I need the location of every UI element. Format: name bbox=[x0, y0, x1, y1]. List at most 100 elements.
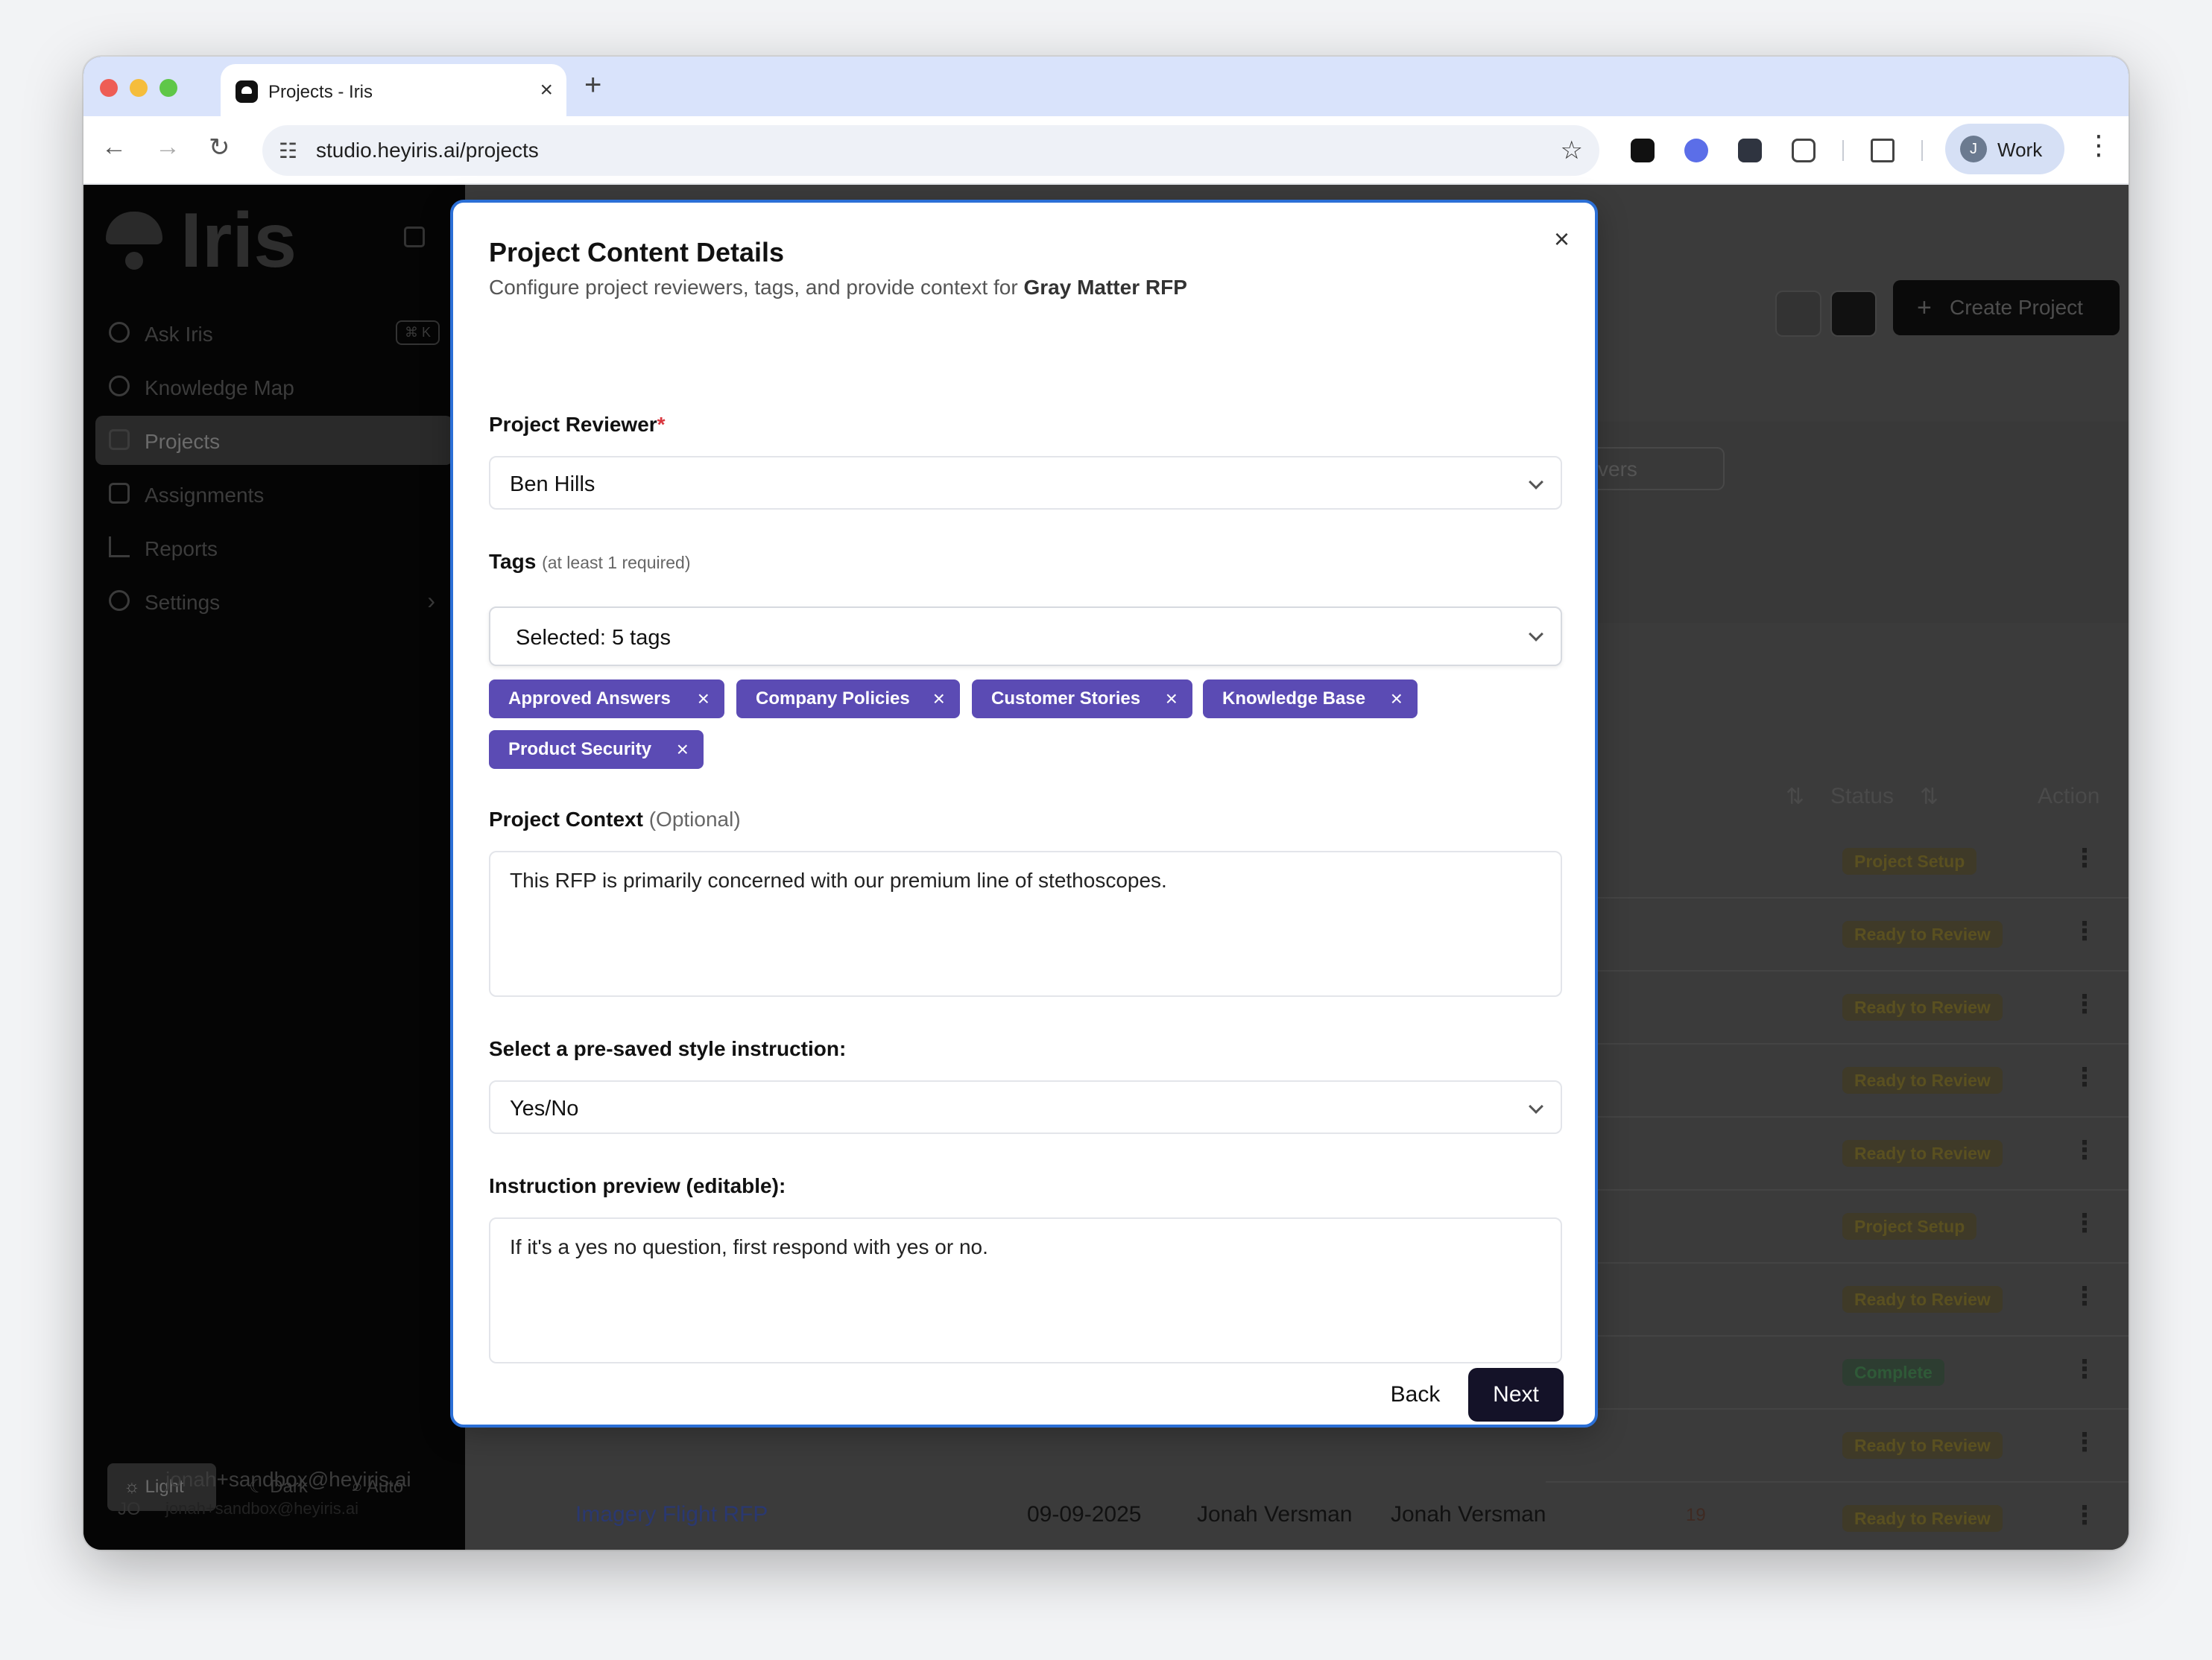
tag-chip-label: Product Security bbox=[508, 739, 652, 759]
sort-icon[interactable]: ⇅ bbox=[1786, 784, 1804, 810]
checkbox-icon bbox=[109, 483, 130, 504]
create-project-button[interactable]: Create Project bbox=[1893, 280, 2120, 335]
sidebar-item-knowledge-map[interactable]: Knowledge Map bbox=[95, 362, 453, 411]
status-badge: Ready to Review bbox=[1842, 1140, 2003, 1167]
table-row bbox=[1546, 1335, 2129, 1337]
close-icon[interactable]: × bbox=[1554, 224, 1570, 255]
row-menu-icon[interactable]: ⋮ bbox=[2072, 1062, 2097, 1092]
next-button[interactable]: Next bbox=[1468, 1368, 1564, 1422]
chat-extension-icon[interactable] bbox=[1738, 139, 1762, 162]
row-menu-icon[interactable]: ⋮ bbox=[2072, 916, 2097, 946]
table-row bbox=[1546, 1481, 2129, 1483]
row-menu-icon[interactable]: ⋮ bbox=[2072, 1282, 2097, 1311]
toolbar-divider bbox=[1842, 140, 1844, 161]
sidebar-item-projects[interactable]: Projects bbox=[95, 416, 453, 465]
sidebar-item-ask-iris[interactable]: Ask Iris ⌘ K bbox=[95, 308, 453, 358]
row-menu-icon[interactable]: ⋮ bbox=[2072, 1355, 2097, 1384]
profile-avatar: J bbox=[1960, 136, 1987, 162]
style-instruction-select[interactable]: Yes/No bbox=[489, 1080, 1562, 1134]
back-button[interactable]: Back bbox=[1367, 1368, 1464, 1422]
gear-icon bbox=[109, 590, 130, 611]
reload-icon[interactable]: ↻ bbox=[209, 133, 230, 162]
status-badge: Ready to Review bbox=[1842, 1432, 2003, 1459]
status-badge: Project Setup bbox=[1842, 848, 1977, 875]
sidebar-item-label: Reports bbox=[145, 537, 218, 560]
instruction-preview-label: Instruction preview (editable): bbox=[489, 1174, 786, 1197]
status-badge: Ready to Review bbox=[1842, 1505, 2003, 1532]
maximize-window-button[interactable] bbox=[159, 79, 177, 97]
context-text: This RFP is primarily concerned with our… bbox=[510, 869, 1167, 892]
tag-chip-label: Approved Answers bbox=[508, 688, 671, 709]
instruction-preview-text: If it's a yes no question, first respond… bbox=[510, 1235, 988, 1258]
address-bar[interactable]: ☷ studio.heyiris.ai/projects ☆ bbox=[262, 125, 1599, 176]
row-menu-icon[interactable]: ⋮ bbox=[2072, 1208, 2097, 1238]
bookmark-star-icon[interactable]: ☆ bbox=[1561, 136, 1583, 165]
status-badge: Project Setup bbox=[1842, 1213, 1977, 1240]
tag-chip: Customer Stories × bbox=[972, 679, 1192, 718]
row-menu-icon[interactable]: ⋮ bbox=[2072, 1501, 2097, 1530]
browser-menu-icon[interactable]: ⋮ bbox=[2085, 130, 2112, 161]
table-row bbox=[1546, 970, 2129, 972]
remove-tag-icon[interactable]: × bbox=[677, 730, 689, 769]
project-name-link[interactable]: Imagery Flight RFP bbox=[575, 1502, 768, 1527]
sort-icon[interactable]: ⇅ bbox=[1920, 784, 1938, 810]
profile-button[interactable]: J Work bbox=[1945, 124, 2064, 174]
tag-chip-label: Company Policies bbox=[756, 688, 910, 709]
reviewer-select[interactable]: Ben Hills bbox=[489, 456, 1562, 510]
tag-chip: Product Security × bbox=[489, 730, 704, 769]
row-menu-icon[interactable]: ⋮ bbox=[2072, 843, 2097, 873]
status-badge: Complete bbox=[1842, 1359, 1944, 1386]
iris-extension-icon[interactable] bbox=[1631, 139, 1655, 162]
tags-select[interactable]: Selected: 5 tags bbox=[489, 606, 1562, 666]
style-instruction-value: Yes/No bbox=[510, 1097, 579, 1121]
site-settings-icon[interactable]: ☷ bbox=[279, 139, 297, 163]
iris-favicon-icon bbox=[236, 80, 258, 103]
chat-bubble-icon bbox=[109, 322, 130, 343]
browser-toolbar: ← → ↻ ☷ studio.heyiris.ai/projects ☆ J W… bbox=[83, 116, 2129, 185]
minimize-window-button[interactable] bbox=[130, 79, 148, 97]
sidebar-item-label: Knowledge Map bbox=[145, 376, 294, 399]
remove-tag-icon[interactable]: × bbox=[1391, 679, 1403, 718]
reviewer-label: Project Reviewer* bbox=[489, 413, 666, 437]
browser-tab[interactable]: Projects - Iris × bbox=[221, 64, 566, 118]
assistant-extension-icon[interactable] bbox=[1684, 139, 1708, 162]
new-tab-icon[interactable]: + bbox=[584, 69, 601, 102]
row-menu-icon[interactable]: ⋮ bbox=[2072, 1428, 2097, 1457]
reviewer-value: Ben Hills bbox=[510, 472, 595, 496]
sidebar-item-label: Settings bbox=[145, 591, 221, 614]
row-menu-icon[interactable]: ⋮ bbox=[2072, 989, 2097, 1019]
tag-chip: Knowledge Base × bbox=[1203, 679, 1418, 718]
row-menu-icon[interactable]: ⋮ bbox=[2072, 1135, 2097, 1165]
column-header-status[interactable]: Status bbox=[1830, 784, 1894, 809]
grid-view-toggle[interactable] bbox=[1775, 291, 1821, 337]
table-row bbox=[1546, 1189, 2129, 1191]
sidebar: Iris Ask Iris ⌘ K Knowledge Map Projects… bbox=[83, 185, 465, 1550]
project-context-textarea[interactable]: This RFP is primarily concerned with our… bbox=[489, 851, 1562, 997]
tag-chip: Company Policies × bbox=[736, 679, 960, 718]
profile-label: Work bbox=[1997, 139, 2043, 161]
sidebar-item-reports[interactable]: Reports bbox=[95, 523, 453, 572]
close-window-button[interactable] bbox=[100, 79, 118, 97]
extensions-puzzle-icon[interactable] bbox=[1792, 139, 1816, 162]
instruction-preview-textarea[interactable]: If it's a yes no question, first respond… bbox=[489, 1217, 1562, 1363]
reviewers-filter[interactable]: vers bbox=[1583, 447, 1725, 490]
remove-tag-icon[interactable]: × bbox=[933, 679, 945, 718]
required-asterisk: * bbox=[657, 413, 666, 436]
context-optional: (Optional) bbox=[648, 808, 741, 831]
table-row bbox=[1546, 1116, 2129, 1118]
table-view-toggle[interactable] bbox=[1830, 291, 1877, 337]
remove-tag-icon[interactable]: × bbox=[698, 679, 710, 718]
tag-chip: Approved Answers × bbox=[489, 679, 724, 718]
collapse-sidebar-icon[interactable] bbox=[404, 226, 425, 247]
forward-arrow-icon[interactable]: → bbox=[155, 133, 180, 162]
user-name: jonah+sandbox@heyiris.ai bbox=[165, 1468, 411, 1491]
sidebar-item-assignments[interactable]: Assignments bbox=[95, 469, 453, 519]
screen-search-icon[interactable] bbox=[1871, 139, 1895, 162]
chevron-right-icon: › bbox=[427, 587, 435, 614]
tag-chip-label: Knowledge Base bbox=[1222, 688, 1366, 709]
context-label: Project Context (Optional) bbox=[489, 808, 741, 831]
close-tab-icon[interactable]: × bbox=[540, 77, 553, 103]
back-arrow-icon[interactable]: ← bbox=[101, 133, 127, 162]
remove-tag-icon[interactable]: × bbox=[1166, 679, 1178, 718]
sidebar-item-settings[interactable]: Settings › bbox=[95, 577, 453, 626]
